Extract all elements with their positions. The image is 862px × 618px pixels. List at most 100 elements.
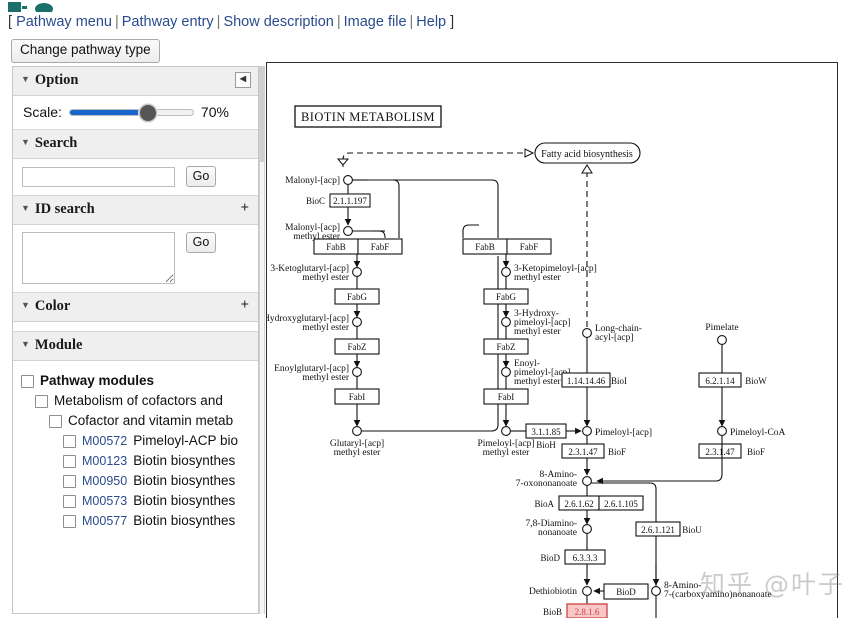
scale-control-row: Scale: 70%: [13, 96, 258, 130]
enzyme-gene-fabf-1[interactable]: FabF: [371, 242, 390, 252]
enzyme-gene-bioc: BioC: [306, 196, 325, 206]
checkbox-m00577[interactable]: [63, 515, 76, 528]
section-header-id-search[interactable]: ▼ ID search +: [13, 196, 258, 225]
enzyme-gene-fabi-2[interactable]: FabI: [498, 392, 515, 402]
compound-ketopimeloyl-line2: methyl ester: [514, 273, 562, 283]
module-name-m00123: Biotin biosynthes: [133, 453, 236, 468]
checkbox-metabolism-cofactors[interactable]: [35, 395, 48, 408]
checkbox-pathway-modules[interactable]: [21, 375, 34, 388]
nav-link-image-file[interactable]: Image file: [344, 14, 407, 30]
nav-link-pathway-menu[interactable]: Pathway menu: [16, 14, 112, 30]
tree-label-cofactor-vitamin: Cofactor and vitamin metab: [68, 413, 234, 428]
tree-label-metabolism-cofactors: Metabolism of cofactors and: [54, 393, 223, 408]
nav-link-pathway-entry[interactable]: Pathway entry: [122, 14, 214, 30]
enzyme-ec-biof-2[interactable]: 2.3.1.47: [705, 447, 735, 457]
enzyme-ec-bioi[interactable]: 1.14.14.46: [567, 376, 606, 386]
id-search-body: Go: [13, 225, 258, 293]
tree-item-pathway-modules[interactable]: Pathway modules: [13, 371, 258, 391]
tree-item-module-m00950[interactable]: M00950 Biotin biosynthes: [13, 471, 258, 491]
compound-pimelate[interactable]: Pimelate: [705, 323, 738, 333]
nav-link-help[interactable]: Help: [416, 14, 446, 30]
module-id-m00573[interactable]: M00573: [82, 493, 127, 509]
enzyme-ec-biof-1[interactable]: 2.3.1.47: [568, 447, 598, 457]
tree-item-module-m00573[interactable]: M00573 Biotin biosynthes: [13, 491, 258, 511]
enzyme-ec-biou[interactable]: 2.6.1.121: [641, 525, 675, 535]
enzyme-gene-biof-2: BioF: [747, 447, 765, 457]
enzyme-gene-biou: BioU: [682, 525, 702, 535]
page-root: [ Pathway menu | Pathway entry | Show descri…: [0, 0, 862, 618]
checkbox-m00123[interactable]: [63, 455, 76, 468]
module-tree: Pathway modules Metabolism of cofactors …: [13, 361, 258, 531]
module-id-m00950[interactable]: M00950: [82, 473, 127, 489]
enzyme-gene-fabz-1[interactable]: FabZ: [348, 342, 367, 352]
tree-item-metabolism-cofactors[interactable]: Metabolism of cofactors and: [13, 391, 258, 411]
enzyme-ec-bioa-1[interactable]: 2.6.1.62: [564, 499, 593, 509]
plus-icon-id-search[interactable]: +: [240, 200, 249, 217]
module-name-m00950: Biotin biosynthes: [133, 473, 236, 488]
module-id-m00572[interactable]: M00572: [82, 433, 127, 449]
tree-item-module-m00572[interactable]: M00572 Pimeloyl-ACP bio: [13, 431, 258, 451]
enzyme-gene-fabz-2[interactable]: FabZ: [497, 342, 516, 352]
nav-open-bracket: [: [8, 14, 13, 30]
enzyme-gene-fabg-1[interactable]: FabG: [347, 292, 368, 302]
tree-item-module-m00123[interactable]: M00123 Biotin biosynthes: [13, 451, 258, 471]
enzyme-ec-bioh[interactable]: 3.1.1.85: [531, 427, 561, 437]
external-map-node-fatty-acid[interactable]: Fatty acid biosynthesis: [541, 149, 633, 160]
compound-pimeloyl-coa[interactable]: Pimeloyl-CoA: [730, 428, 786, 438]
enzyme-ec-biow[interactable]: 6.2.1.14: [705, 376, 735, 386]
search-go-button[interactable]: Go: [185, 166, 217, 187]
enzyme-ec-biod-1[interactable]: 6.3.3.3: [573, 553, 598, 563]
pathway-map-panel[interactable]: BIOTIN METABOLISM Fatty acid biosynthesi…: [266, 62, 838, 618]
scale-slider[interactable]: [68, 104, 194, 122]
id-search-textarea[interactable]: [22, 232, 175, 284]
enzyme-gene-bioi: BioI: [611, 376, 627, 386]
enzyme-ec-bioa-2[interactable]: 2.6.1.105: [604, 499, 638, 509]
enzyme-gene-fabg-2[interactable]: FabG: [496, 292, 517, 302]
compound-dethiobiotin[interactable]: Dethiobiotin: [529, 587, 577, 597]
module-name-m00573: Biotin biosynthes: [133, 493, 236, 508]
chevron-down-icon-module: ▼: [21, 339, 30, 349]
enzyme-gene-fabb-1[interactable]: FabB: [326, 242, 346, 252]
change-pathway-type-button[interactable]: Change pathway type: [11, 39, 160, 63]
checkbox-m00572[interactable]: [63, 435, 76, 448]
scrollbar-thumb[interactable]: [260, 66, 264, 162]
module-id-m00123[interactable]: M00123: [82, 453, 127, 469]
checkbox-m00950[interactable]: [63, 475, 76, 488]
enzyme-gene-fabf-2[interactable]: FabF: [520, 242, 539, 252]
search-input[interactable]: [22, 166, 175, 187]
checkbox-cofactor-vitamin[interactable]: [49, 415, 62, 428]
checkbox-m00573[interactable]: [63, 495, 76, 508]
enzyme-ec-bioc[interactable]: 2.1.1.197: [333, 196, 367, 206]
nav-separator-4: |: [409, 14, 414, 30]
section-header-option[interactable]: ▼ Option ◀: [13, 67, 258, 96]
tree-item-cofactor-vitamin[interactable]: Cofactor and vitamin metab: [13, 411, 258, 431]
section-header-search[interactable]: ▼ Search: [13, 130, 258, 159]
nav-link-show-description[interactable]: Show description: [223, 14, 333, 30]
section-title-module: Module: [34, 337, 83, 353]
plus-icon-color[interactable]: +: [240, 297, 249, 314]
section-header-module[interactable]: ▼ Module: [13, 332, 258, 361]
enzyme-gene-biod-1: BioD: [540, 553, 560, 563]
collapse-left-icon[interactable]: ◀: [235, 72, 251, 88]
compound-pimeloyl-acp[interactable]: Pimeloyl-[acp]: [595, 428, 652, 438]
nav-separator-1: |: [114, 14, 119, 30]
slider-thumb[interactable]: [138, 104, 157, 122]
compound-malonyl-acp[interactable]: Malonyl-[acp]: [285, 176, 340, 186]
compound-pimeloyl-acp-me-line2: methyl ester: [483, 448, 531, 458]
enzyme-gene-biod-2[interactable]: BioD: [616, 587, 636, 597]
pathway-map-svg[interactable]: BIOTIN METABOLISM Fatty acid biosynthesi…: [267, 63, 837, 618]
enzyme-gene-fabb-2[interactable]: FabB: [475, 242, 495, 252]
compound-hydroxyglutaryl-line2: methyl ester: [302, 323, 350, 333]
section-header-color[interactable]: ▼ Color +: [13, 293, 258, 322]
module-name-m00572: Pimeloyl-ACP bio: [133, 433, 238, 448]
tree-item-module-m00577[interactable]: M00577 Biotin biosynthes: [13, 511, 258, 531]
section-title-option: Option: [34, 72, 79, 88]
section-title-id-search: ID search: [34, 201, 95, 217]
module-id-m00577[interactable]: M00577: [82, 513, 127, 529]
nav-separator-2: |: [216, 14, 221, 30]
site-logo: [0, 0, 862, 12]
sidebar-scrollbar[interactable]: [259, 66, 265, 614]
enzyme-ec-biob[interactable]: 2.8.1.6: [575, 607, 600, 617]
id-search-go-button[interactable]: Go: [185, 232, 217, 253]
enzyme-gene-fabi-1[interactable]: FabI: [349, 392, 366, 402]
